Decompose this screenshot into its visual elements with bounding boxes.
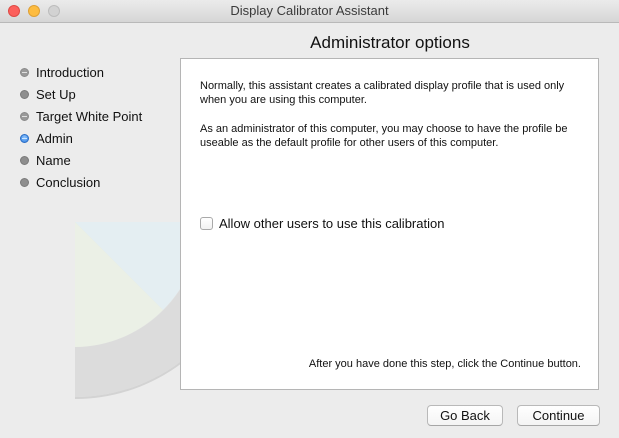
window-title: Display Calibrator Assistant [230,3,389,18]
step-target-white-point: Target White Point [20,105,142,127]
steps-list: Introduction Set Up Target White Point A… [20,61,142,193]
step-current-icon [20,133,29,143]
step-label: Conclusion [36,174,101,190]
step-set-up: Set Up [20,83,142,105]
step-conclusion: Conclusion [20,171,142,193]
step-pending-icon [20,155,29,165]
step-pending-icon [20,177,29,187]
assistant-window: Display Calibrator Assistant Administrat… [0,0,619,438]
step-label: Introduction [36,64,104,80]
step-done-icon [20,67,29,77]
step-introduction: Introduction [20,61,142,83]
step-label: Admin [36,130,73,146]
continue-button[interactable]: Continue [517,405,600,426]
title-bar[interactable]: Display Calibrator Assistant [0,0,619,23]
continue-hint: After you have done this step, click the… [308,358,581,370]
step-label: Target White Point [36,108,143,124]
step-label: Set Up [36,86,76,102]
content-panel: Normally, this assistant creates a calib… [180,58,599,390]
intro-paragraph: Normally, this assistant creates a calib… [200,80,565,106]
step-done-icon [20,111,29,121]
allow-other-users-label[interactable]: Allow other users to use this calibratio… [219,216,444,231]
step-label: Name [36,152,71,168]
step-pending-icon [20,89,29,99]
admin-paragraph: As an administrator of this computer, yo… [200,123,568,149]
step-name: Name [20,149,142,171]
allow-other-users-option[interactable]: Allow other users to use this calibratio… [200,216,444,231]
page-title: Administrator options [310,33,470,52]
go-back-button[interactable]: Go Back [427,405,503,426]
step-admin: Admin [20,127,142,149]
allow-other-users-checkbox[interactable] [200,217,213,230]
